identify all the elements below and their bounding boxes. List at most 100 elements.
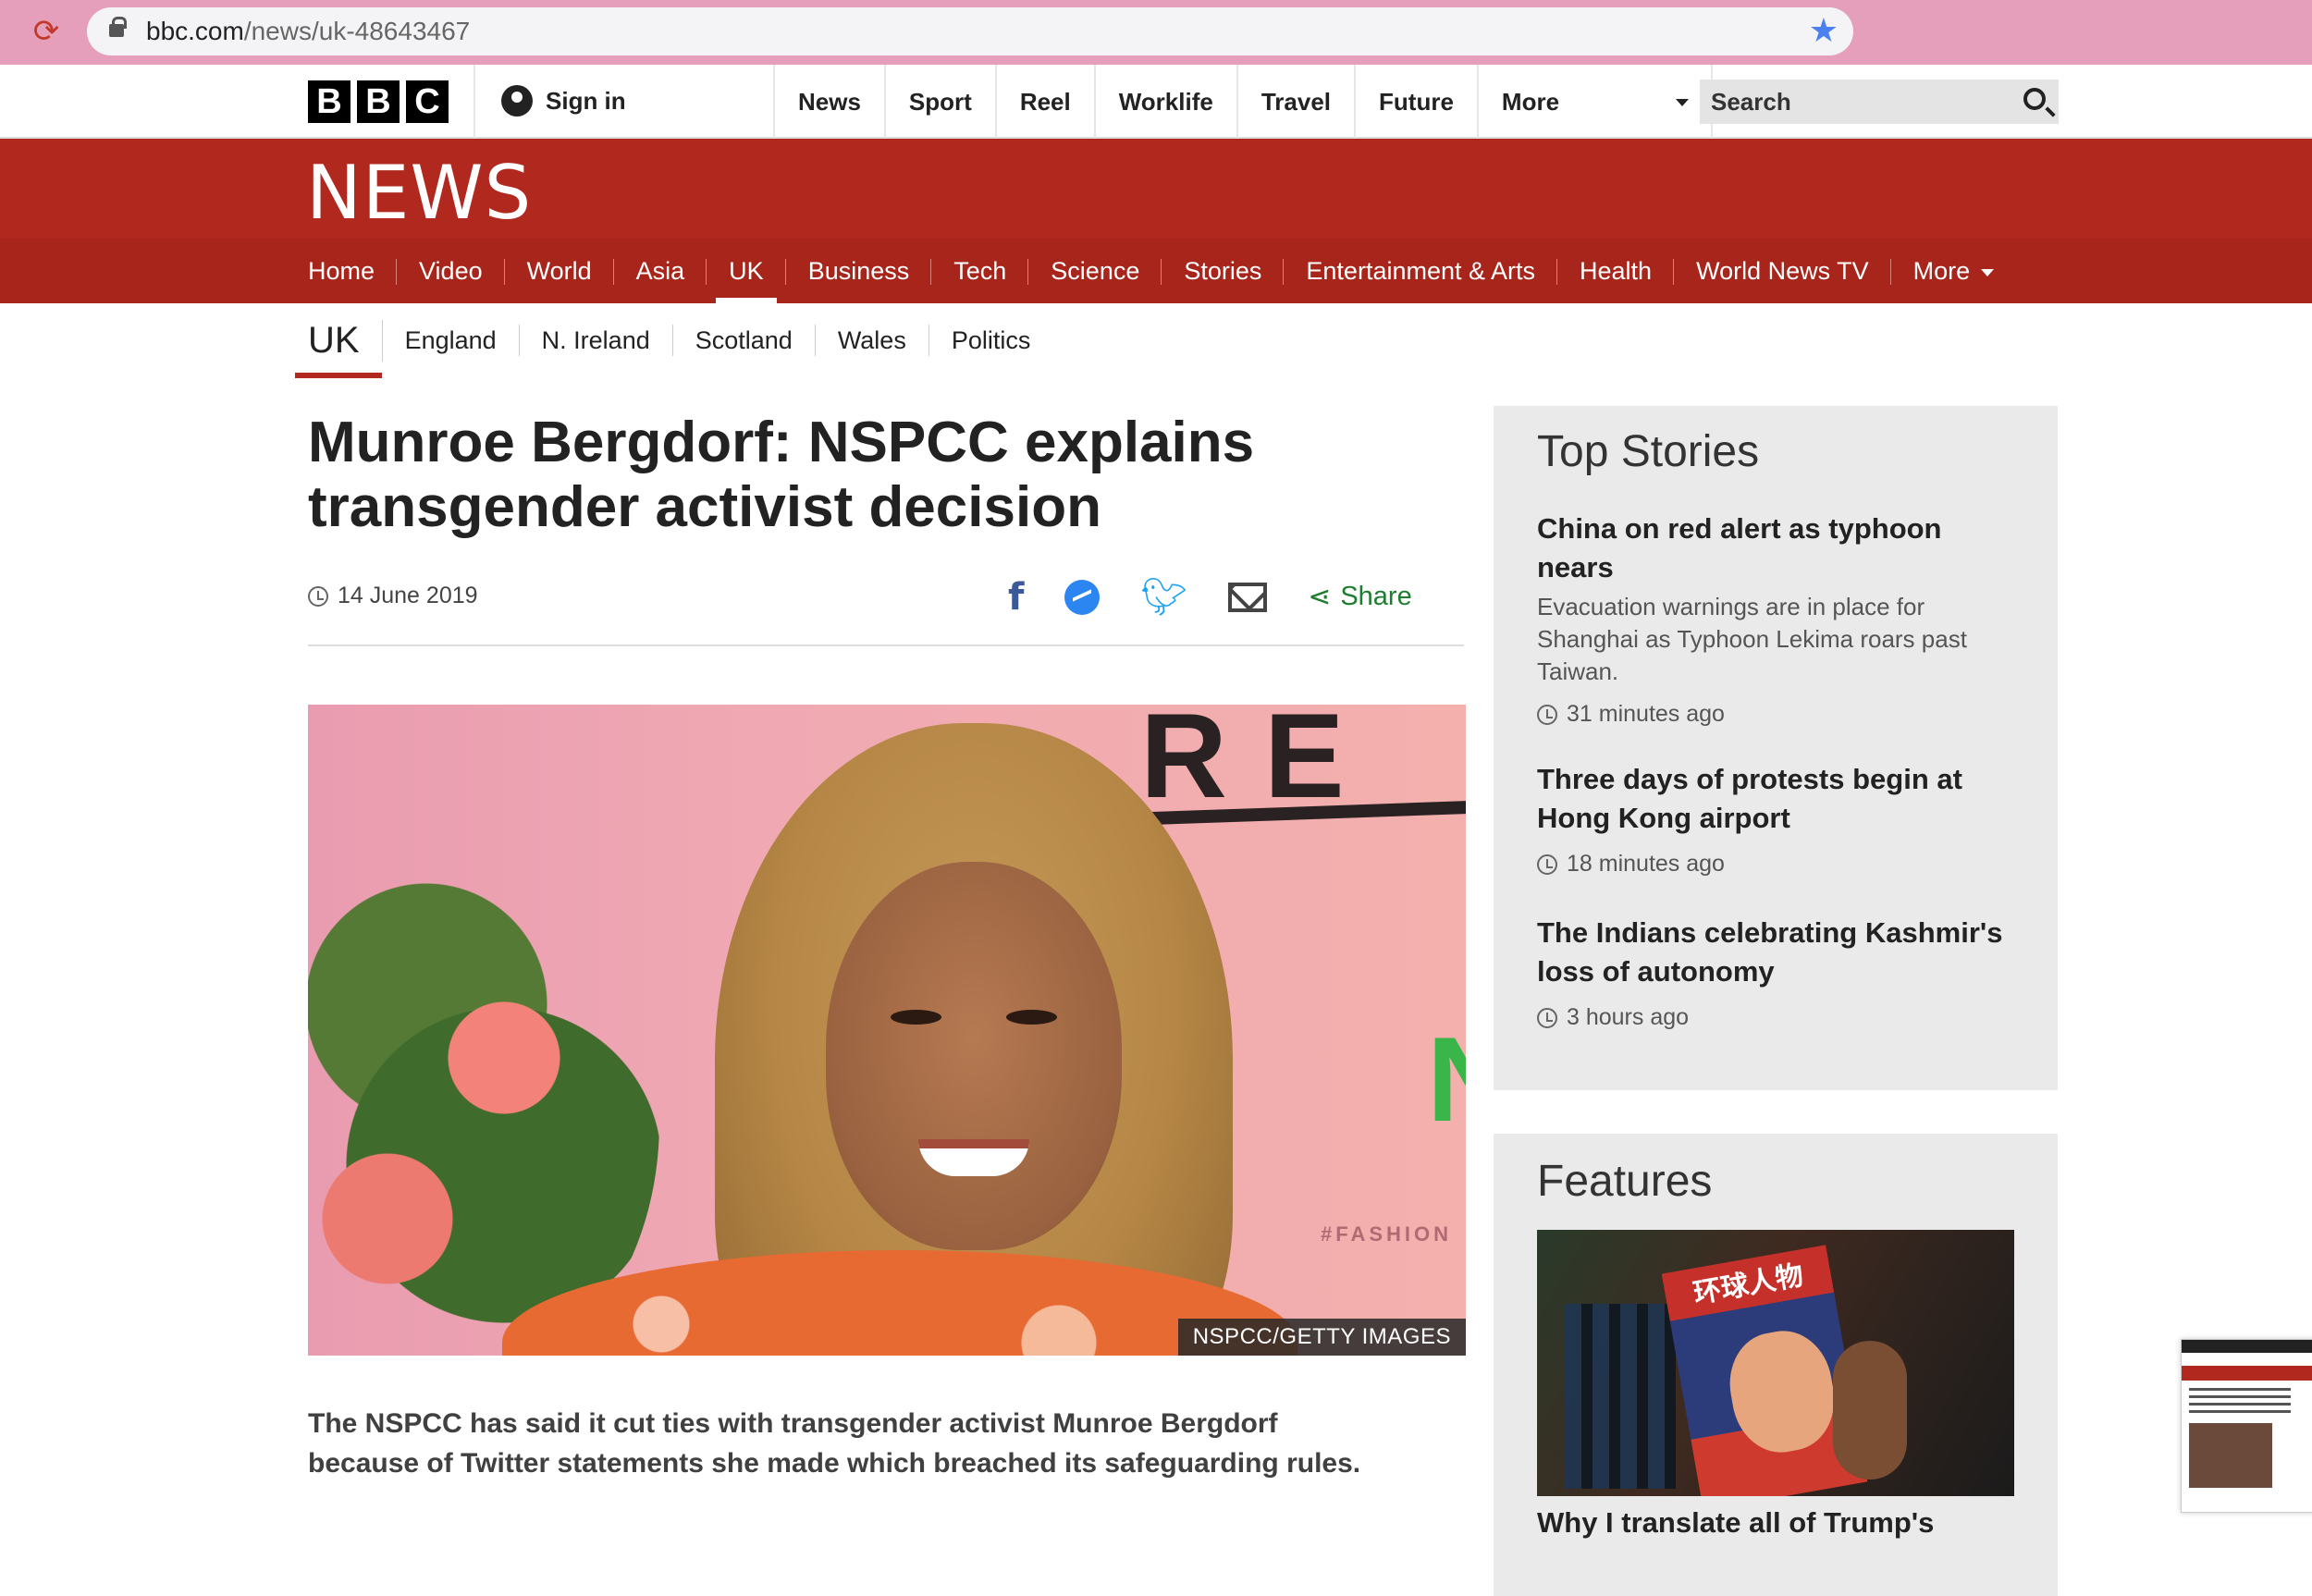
time-text: 31 minutes ago xyxy=(1567,701,1725,727)
subnav-wales[interactable]: Wales xyxy=(816,325,929,356)
bbc-masthead: B B C Sign in News Sport Reel Worklife T… xyxy=(0,65,2312,139)
top-story-title[interactable]: China on red alert as typhoon nears xyxy=(1537,509,2018,587)
section-nav-world-news-tv[interactable]: World News TV xyxy=(1674,239,1891,303)
search-input[interactable]: Search xyxy=(1700,80,2059,124)
section-nav-stories[interactable]: Stories xyxy=(1162,239,1285,303)
image-portrait-eyes xyxy=(891,1010,1057,1026)
image-sign-letter: N xyxy=(1427,1010,1466,1148)
top-story-time: 3 hours ago xyxy=(1537,1004,2018,1031)
top-story-title[interactable]: Three days of protests begin at Hong Kon… xyxy=(1537,760,2018,838)
top-story-title[interactable]: The Indians celebrating Kashmir's loss o… xyxy=(1537,914,2018,991)
news-banner: NEWS xyxy=(0,139,2312,239)
article-date: 14 June 2019 xyxy=(308,583,478,609)
sign-in-button[interactable]: Sign in xyxy=(501,85,626,117)
features-heading: Features xyxy=(1537,1157,1713,1206)
image-hand xyxy=(1833,1341,1907,1479)
more-label: More xyxy=(1501,88,1560,116)
clock-icon xyxy=(1537,704,1557,725)
chevron-down-icon xyxy=(1981,268,1995,276)
features-panel: Features 环球人物 Why I translate all of Tru… xyxy=(1494,1134,2058,1596)
section-nav-health[interactable]: Health xyxy=(1557,239,1675,303)
section-nav-science[interactable]: Science xyxy=(1028,239,1162,303)
news-logo[interactable]: NEWS xyxy=(306,150,532,236)
subnav-politics[interactable]: Politics xyxy=(929,325,1053,356)
article-intro: The NSPCC has said it cut ties with tran… xyxy=(308,1408,1361,1479)
chevron-down-icon xyxy=(1675,99,1689,106)
share-button[interactable]: ⋖ Share xyxy=(1308,581,1412,613)
subnav-n-ireland[interactable]: N. Ireland xyxy=(520,325,673,356)
top-nav-news[interactable]: News xyxy=(773,65,884,139)
image-flowers xyxy=(308,843,659,1356)
top-nav-future[interactable]: Future xyxy=(1354,65,1477,139)
divider xyxy=(473,65,475,139)
logo-letter: B xyxy=(308,80,350,123)
address-bar[interactable]: bbc.com/news/uk-48643467 ★ xyxy=(87,7,1853,55)
date-text: 14 June 2019 xyxy=(338,583,478,608)
top-story-summary: Evacuation warnings are in place for Sha… xyxy=(1537,593,1967,685)
facebook-icon[interactable]: f xyxy=(1008,576,1024,619)
subnav-scotland[interactable]: Scotland xyxy=(673,325,816,356)
time-text: 18 minutes ago xyxy=(1567,851,1725,877)
subnav-current-uk[interactable]: UK xyxy=(295,319,383,378)
section-nav: Home Video World Asia UK Business Tech S… xyxy=(0,239,2312,303)
url-path: /news/uk-48643467 xyxy=(243,17,471,45)
thumbnail-image xyxy=(2189,1423,2272,1488)
thumbnail-banner xyxy=(2182,1366,2312,1381)
section-nav-tech[interactable]: Tech xyxy=(931,239,1029,303)
search-icon[interactable] xyxy=(2023,88,2046,110)
section-nav-entertainment[interactable]: Entertainment & Arts xyxy=(1284,239,1557,303)
clock-icon xyxy=(308,585,328,607)
screenshot-thumbnail[interactable] xyxy=(2181,1339,2312,1513)
clock-icon xyxy=(1537,853,1557,875)
sign-in-label: Sign in xyxy=(546,86,626,115)
image-caption: NSPCC/GETTY IMAGES xyxy=(1177,1319,1466,1356)
share-label: Share xyxy=(1340,582,1412,611)
search-placeholder: Search xyxy=(1711,88,1791,116)
article-headline: Munroe Bergdorf: NSPCC explains transgen… xyxy=(308,411,1255,539)
top-nav-travel[interactable]: Travel xyxy=(1236,65,1354,139)
top-story-item[interactable]: China on red alert as typhoon nears Evac… xyxy=(1537,509,2018,728)
url-text[interactable]: bbc.com/news/uk-48643467 xyxy=(146,17,470,46)
url-domain: bbc.com xyxy=(146,17,244,45)
logo-letter: B xyxy=(357,80,400,123)
section-nav-world[interactable]: World xyxy=(505,239,614,303)
lock-icon xyxy=(109,17,127,37)
feature-image[interactable]: 环球人物 xyxy=(1537,1230,2014,1496)
section-nav-more[interactable]: More xyxy=(1891,239,2017,303)
top-stories-panel: Top Stories China on red alert as typhoo… xyxy=(1494,406,2058,1090)
bookmark-star-icon[interactable]: ★ xyxy=(1809,11,1839,50)
top-story-time: 31 minutes ago xyxy=(1537,701,2018,728)
bbc-logo[interactable]: B B C xyxy=(308,80,449,123)
thumbnail-header xyxy=(2182,1340,2312,1353)
logo-letter: C xyxy=(406,80,449,123)
subnav-england[interactable]: England xyxy=(383,325,520,356)
top-nav-more[interactable]: More xyxy=(1476,65,1713,139)
divider xyxy=(308,645,1464,646)
top-nav-sport[interactable]: Sport xyxy=(883,65,995,139)
messenger-icon[interactable] xyxy=(1064,579,1101,615)
share-icon: ⋖ xyxy=(1308,582,1332,612)
section-nav-home[interactable]: Home xyxy=(308,239,398,303)
reload-icon[interactable]: ⟳ xyxy=(28,13,65,50)
top-nav-worklife[interactable]: Worklife xyxy=(1093,65,1236,139)
feature-title[interactable]: Why I translate all of Trump's xyxy=(1537,1504,1934,1542)
section-nav-business[interactable]: Business xyxy=(786,239,932,303)
clock-icon xyxy=(1537,1007,1557,1028)
time-text: 3 hours ago xyxy=(1567,1004,1690,1030)
top-story-item[interactable]: The Indians celebrating Kashmir's loss o… xyxy=(1537,914,2018,1031)
section-nav-video[interactable]: Video xyxy=(397,239,505,303)
uk-subnav: UK England N. Ireland Scotland Wales Pol… xyxy=(295,313,1053,378)
section-nav-asia[interactable]: Asia xyxy=(614,239,707,303)
twitter-icon[interactable]: 🐦︎ xyxy=(1140,575,1187,619)
image-bottles xyxy=(1565,1304,1676,1489)
top-story-item[interactable]: Three days of protests begin at Hong Kon… xyxy=(1537,760,2018,878)
image-sign-tag: #FASHION xyxy=(1321,1222,1453,1246)
email-icon[interactable] xyxy=(1228,582,1268,612)
section-nav-uk[interactable]: UK xyxy=(707,239,786,303)
article-hero-image: RE N #FASHION NSPCC/GETTY IMAGES xyxy=(308,705,1466,1356)
user-icon xyxy=(501,85,533,117)
top-nav: News Sport Reel Worklife Travel Future M… xyxy=(773,65,1713,139)
top-nav-reel[interactable]: Reel xyxy=(994,65,1094,139)
section-more-label: More xyxy=(1912,257,1971,285)
top-story-time: 18 minutes ago xyxy=(1537,851,2018,878)
